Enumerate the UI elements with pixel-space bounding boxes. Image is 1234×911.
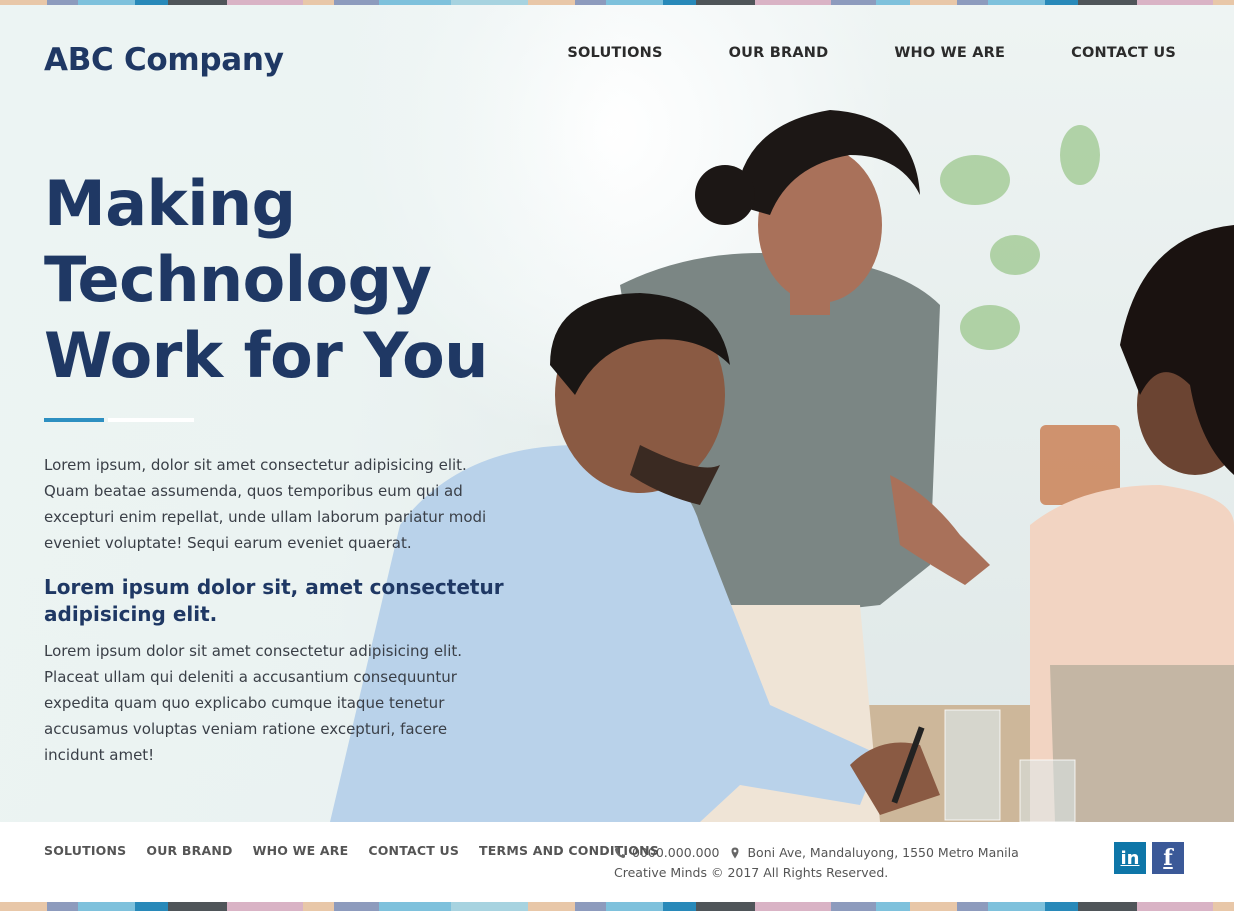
main-nav: SOLUTIONS OUR BRAND WHO WE ARE CONTACT U… (501, 45, 1176, 61)
top-color-stripe (0, 0, 1234, 5)
nav-who-we-are[interactable]: WHO WE ARE (894, 45, 1005, 61)
footer-link-our-brand[interactable]: OUR BRAND (146, 843, 232, 858)
footer-link-contact-us[interactable]: CONTACT US (368, 843, 459, 858)
footer-address: Boni Ave, Mandaluyong, 1550 Metro Manila (747, 845, 1019, 860)
nav-contact-us[interactable]: CONTACT US (1071, 45, 1176, 61)
headline-line-3: Work for You (44, 319, 488, 392)
footer-nav: SOLUTIONS OUR BRAND WHO WE ARE CONTACT U… (44, 843, 679, 858)
footer-link-solutions[interactable]: SOLUTIONS (44, 843, 126, 858)
social-links: in f (1114, 842, 1184, 874)
hero-headline: Making Technology Work for You (44, 166, 564, 394)
footer: SOLUTIONS OUR BRAND WHO WE ARE CONTACT U… (0, 822, 1234, 902)
headline-divider (44, 418, 194, 422)
facebook-icon[interactable]: f (1152, 842, 1184, 874)
hero-paragraph-1: Lorem ipsum, dolor sit amet consectetur … (44, 456, 487, 552)
headline-line-2: Technology (44, 243, 432, 316)
phone-icon (615, 848, 625, 858)
location-pin-icon (731, 847, 739, 859)
hero-subheading: Lorem ipsum dolor sit, amet consectetur … (44, 575, 504, 626)
hero-paragraph-2: Lorem ipsum dolor sit amet consectetur a… (44, 642, 463, 764)
footer-contact: 0000.000.000 Boni Ave, Mandaluyong, 1550… (614, 843, 1019, 883)
footer-copyright: Creative Minds © 2017 All Rights Reserve… (614, 865, 889, 880)
linkedin-icon[interactable]: in (1114, 842, 1146, 874)
headline-line-1: Making (44, 167, 296, 240)
footer-phone: 0000.000.000 (632, 845, 720, 860)
footer-link-who-we-are[interactable]: WHO WE ARE (253, 843, 349, 858)
company-logo[interactable]: ABC Company (44, 42, 284, 78)
bottom-color-stripe (0, 902, 1234, 911)
nav-our-brand[interactable]: OUR BRAND (729, 45, 829, 61)
nav-solutions[interactable]: SOLUTIONS (567, 45, 662, 61)
